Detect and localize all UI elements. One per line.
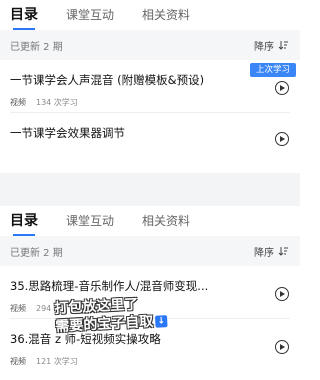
update-status-bar: 已更新 2 期 降序 bbox=[0, 236, 300, 266]
lesson-type: 视频 bbox=[10, 304, 26, 313]
tab-catalog[interactable]: 目录 bbox=[10, 0, 38, 30]
sort-label: 降序 bbox=[254, 247, 274, 259]
lesson-title: 35.思路梳理-音乐制作人/混音师变现... bbox=[10, 279, 209, 293]
study-count: 121 次学习 bbox=[36, 357, 78, 366]
lesson-item[interactable]: 一节课学会效果器调节 bbox=[0, 113, 300, 153]
play-icon[interactable] bbox=[275, 132, 289, 146]
sort-descending-icon bbox=[278, 247, 288, 256]
update-status: 已更新 2 期 bbox=[10, 41, 63, 53]
study-count: 134 次学习 bbox=[36, 98, 78, 107]
tab-catalog[interactable]: 目录 bbox=[10, 206, 38, 236]
lesson-meta: 视频 121 次学习 bbox=[10, 356, 256, 367]
play-icon[interactable] bbox=[275, 287, 289, 301]
lesson-title: 36.混音 z 师-短视频实操攻略 bbox=[10, 332, 161, 346]
tab-related-materials[interactable]: 相关资料 bbox=[142, 0, 190, 30]
tab-bar: 目录 课堂互动 相关资料 bbox=[0, 0, 300, 30]
tab-related-materials[interactable]: 相关资料 bbox=[142, 206, 190, 236]
tab-classroom-interaction[interactable]: 课堂互动 bbox=[66, 206, 114, 236]
update-status: 已更新 2 期 bbox=[10, 247, 63, 259]
sort-descending-icon bbox=[278, 41, 288, 50]
last-studied-badge[interactable]: 上次学习 bbox=[249, 63, 296, 77]
play-icon[interactable] bbox=[275, 81, 289, 95]
download-icon: ↓ bbox=[154, 315, 168, 328]
lesson-title: 一节课学会效果器调节 bbox=[10, 126, 125, 140]
update-status-bar: 已更新 2 期 降序 bbox=[0, 30, 300, 60]
top-course-panel: 目录 课堂互动 相关资料 已更新 2 期 降序 一节课学会人声混音 (附赠模板&… bbox=[0, 0, 300, 173]
lesson-meta: 视频 134 次学习 bbox=[10, 97, 256, 108]
tab-classroom-interaction[interactable]: 课堂互动 bbox=[66, 0, 114, 30]
play-icon[interactable] bbox=[275, 340, 289, 354]
overlay-caption: 打包放这里了 需要的宝子自取 ↓ bbox=[54, 294, 168, 336]
panel-separator bbox=[0, 173, 300, 206]
sort-button[interactable]: 降序 bbox=[254, 244, 288, 259]
tab-bar: 目录 课堂互动 相关资料 bbox=[0, 206, 300, 236]
lesson-type: 视频 bbox=[10, 357, 26, 366]
lesson-title: 一节课学会人声混音 (附赠模板&预设) bbox=[10, 73, 205, 87]
sort-label: 降序 bbox=[254, 41, 274, 53]
sort-button[interactable]: 降序 bbox=[254, 38, 288, 53]
bottom-course-panel: 目录 课堂互动 相关资料 已更新 2 期 降序 35.思路梳理-音乐制作人/混音… bbox=[0, 206, 300, 380]
lesson-type: 视频 bbox=[10, 98, 26, 107]
